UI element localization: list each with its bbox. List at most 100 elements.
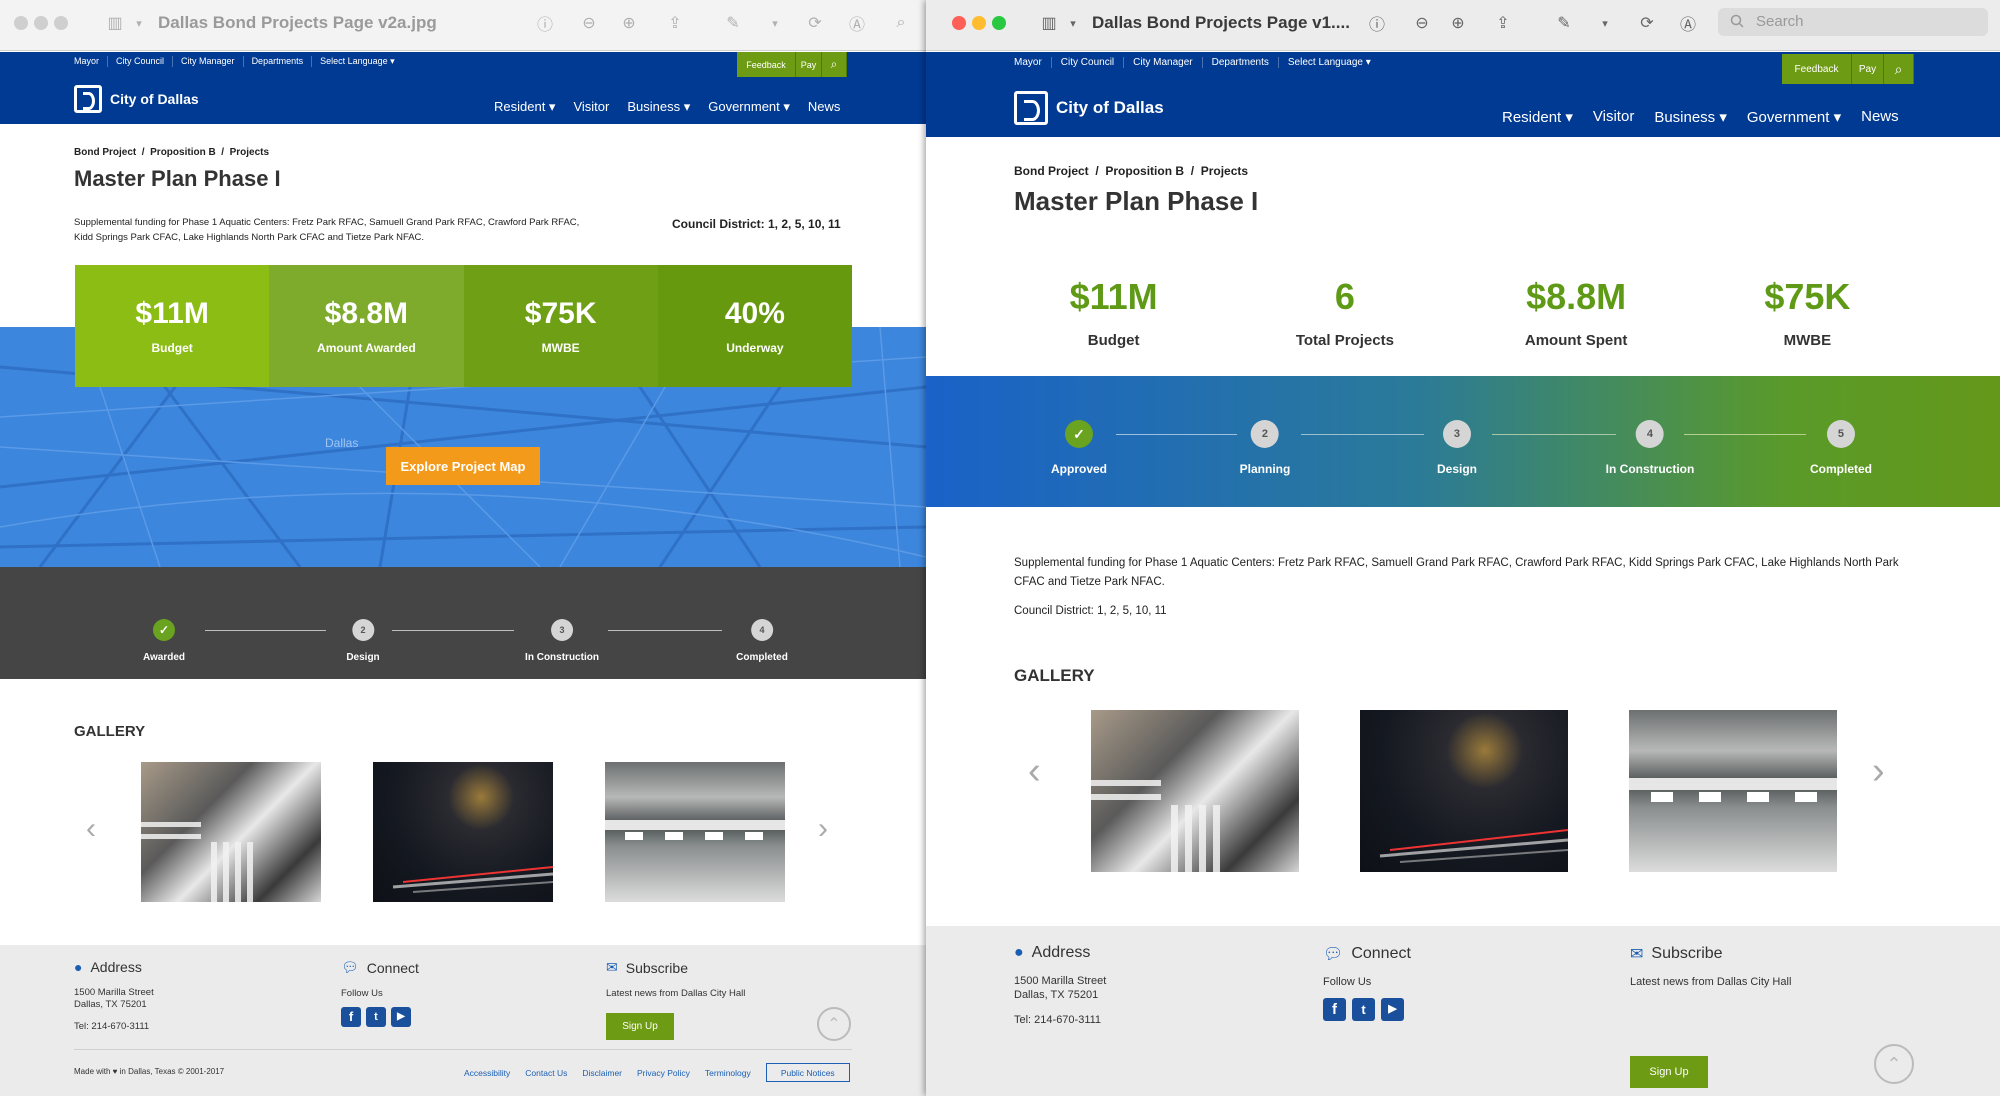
youtube-icon[interactable]: ▶ — [391, 1007, 411, 1027]
public-notices-button[interactable]: Public Notices — [765, 1063, 850, 1082]
crumb-projects[interactable]: Projects — [230, 147, 269, 158]
nav-government[interactable]: Government ▾ — [708, 99, 790, 115]
chevron-left-icon[interactable]: ‹ — [1028, 750, 1041, 793]
gallery-image-aerial-street[interactable] — [1629, 710, 1837, 872]
language-select[interactable]: Select Language ▾ — [1279, 57, 1380, 68]
sign-up-button[interactable]: Sign Up — [1630, 1056, 1708, 1088]
council-district: Council District: 1, 2, 5, 10, 11 — [1014, 605, 1167, 617]
minimize-window-button[interactable] — [972, 16, 986, 30]
gallery-image-night-street[interactable] — [1360, 710, 1568, 872]
minimize-window-button[interactable] — [34, 16, 48, 30]
search-icon[interactable]: ⌕ — [890, 12, 912, 34]
feedback-button[interactable]: Feedback — [737, 52, 796, 77]
feedback-button[interactable]: Feedback — [1782, 54, 1852, 84]
chevron-down-icon[interactable]: ▾ — [128, 12, 150, 34]
nav-government[interactable]: Government ▾ — [1747, 108, 1841, 126]
markup-icon[interactable]: ✎ — [1553, 12, 1575, 34]
info-icon[interactable]: ⓘ — [1366, 12, 1388, 34]
gallery-image-crosswalk[interactable] — [141, 762, 321, 902]
close-window-button[interactable] — [952, 16, 966, 30]
search-icon[interactable]: ⌕ — [1884, 54, 1914, 84]
share-icon[interactable]: ⇪ — [1492, 12, 1514, 34]
progress-line — [1492, 434, 1616, 435]
info-icon[interactable]: ⓘ — [534, 12, 556, 34]
crumb-proposition-b[interactable]: Proposition B — [1105, 164, 1184, 178]
address-heading: Address — [90, 959, 142, 975]
link-accessibility[interactable]: Accessibility — [464, 1068, 510, 1078]
close-window-button[interactable] — [14, 16, 28, 30]
arrow-up-icon[interactable]: ⌃ — [817, 1007, 851, 1041]
nav-resident[interactable]: Resident ▾ — [1502, 108, 1573, 126]
chevron-left-icon[interactable]: ‹ — [86, 812, 96, 846]
youtube-icon[interactable]: ▶ — [1381, 998, 1404, 1021]
facebook-icon[interactable]: f — [1323, 998, 1346, 1021]
rotate-icon[interactable]: ⟳ — [1636, 12, 1658, 34]
nav-resident[interactable]: Resident ▾ — [494, 99, 555, 115]
utility-nav: Mayor City Council City Manager Departme… — [1014, 57, 1380, 68]
chevron-down-icon[interactable]: ▾ — [1594, 12, 1616, 34]
link-terminology[interactable]: Terminology — [705, 1068, 751, 1078]
twitter-icon[interactable]: t — [1352, 998, 1375, 1021]
zoom-out-icon[interactable]: ⊖ — [1411, 12, 1433, 34]
step-awarded: ✓ Awarded — [143, 619, 185, 663]
chevron-right-icon[interactable]: › — [818, 812, 828, 846]
nav-business[interactable]: Business ▾ — [627, 99, 690, 115]
util-link-city-manager[interactable]: City Manager — [173, 56, 244, 67]
twitter-icon[interactable]: t — [366, 1007, 386, 1027]
explore-map-button[interactable]: Explore Project Map — [386, 447, 540, 485]
util-link-city-council[interactable]: City Council — [1052, 57, 1125, 68]
footer-connect: 💬︎ Connect Follow Us f t ▶ — [341, 959, 419, 1027]
search-icon[interactable]: ⌕ — [822, 52, 847, 77]
stats-bar: $11M Budget 6 Total Projects $8.8M Amoun… — [998, 262, 1923, 362]
util-link-city-council[interactable]: City Council — [108, 56, 174, 67]
city-logo[interactable]: City of Dallas — [74, 85, 199, 113]
sidebar-icon[interactable]: ▥ — [104, 12, 126, 34]
crumb-bond-project[interactable]: Bond Project — [1014, 164, 1089, 178]
util-link-departments[interactable]: Departments — [1203, 57, 1279, 68]
link-contact-us[interactable]: Contact Us — [525, 1068, 567, 1078]
rotate-icon[interactable]: ⟳ — [804, 12, 826, 34]
zoom-in-icon[interactable]: ⊕ — [1447, 12, 1469, 34]
crumb-proposition-b[interactable]: Proposition B — [150, 147, 216, 158]
util-link-mayor[interactable]: Mayor — [74, 56, 109, 67]
breadcrumb: Bond Project / Proposition B / Projects — [74, 147, 269, 158]
annotate-icon[interactable]: Ⓐ — [1677, 12, 1699, 34]
link-privacy-policy[interactable]: Privacy Policy — [637, 1068, 690, 1078]
nav-business[interactable]: Business ▾ — [1654, 108, 1727, 126]
zoom-window-button[interactable] — [54, 16, 68, 30]
nav-visitor[interactable]: Visitor — [573, 99, 609, 115]
zoom-out-icon[interactable]: ⊖ — [578, 12, 600, 34]
share-icon[interactable]: ⇪ — [664, 12, 686, 34]
gallery-image-aerial-street[interactable] — [605, 762, 785, 902]
sign-up-button[interactable]: Sign Up — [606, 1013, 674, 1040]
chevron-down-icon[interactable]: ▾ — [764, 12, 786, 34]
util-link-departments[interactable]: Departments — [244, 56, 313, 67]
facebook-icon[interactable]: f — [341, 1007, 361, 1027]
util-link-mayor[interactable]: Mayor — [1014, 57, 1052, 68]
language-select[interactable]: Select Language ▾ — [312, 56, 403, 67]
chevron-down-icon[interactable]: ▾ — [1062, 12, 1084, 34]
link-disclaimer[interactable]: Disclaimer — [582, 1068, 622, 1078]
crumb-projects[interactable]: Projects — [1201, 164, 1248, 178]
arrow-up-icon[interactable]: ⌃ — [1874, 1044, 1914, 1084]
gallery-image-crosswalk[interactable] — [1091, 710, 1299, 872]
nav-news[interactable]: News — [1861, 108, 1899, 126]
search-input[interactable]: Search — [1718, 8, 1988, 36]
sidebar-icon[interactable]: ▥ — [1038, 12, 1060, 34]
nav-news[interactable]: News — [808, 99, 841, 115]
nav-visitor[interactable]: Visitor — [1593, 108, 1634, 126]
markup-icon[interactable]: ✎ — [722, 12, 744, 34]
stat-budget: $11M Budget — [998, 262, 1229, 362]
step-label: Design — [346, 652, 380, 663]
util-link-city-manager[interactable]: City Manager — [1124, 57, 1203, 68]
annotate-icon[interactable]: Ⓐ — [846, 12, 868, 34]
zoom-in-icon[interactable]: ⊕ — [618, 12, 640, 34]
zoom-window-button[interactable] — [992, 16, 1006, 30]
city-logo[interactable]: City of Dallas — [1014, 91, 1164, 125]
pay-button[interactable]: Pay — [796, 52, 822, 77]
chevron-right-icon[interactable]: › — [1872, 750, 1885, 793]
crumb-bond-project[interactable]: Bond Project — [74, 147, 136, 158]
gallery-image-night-street[interactable] — [373, 762, 553, 902]
pay-button[interactable]: Pay — [1852, 54, 1884, 84]
preview-window-v1: ▥ ▾ Dallas Bond Projects Page v1.... ⓘ ⊖… — [926, 0, 2000, 1096]
